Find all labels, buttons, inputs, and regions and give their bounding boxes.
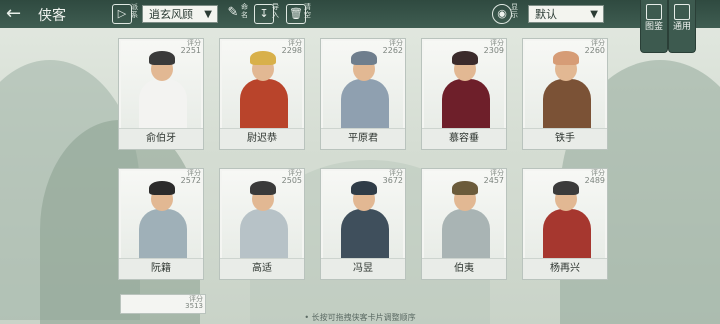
chevron-down-icon: ▼ xyxy=(204,9,212,20)
partial-card[interactable]: 评分 3513 xyxy=(120,294,206,314)
hero-name: 阮籍 xyxy=(119,258,203,279)
card-score: 评分 2457 xyxy=(483,170,504,185)
hero-hair xyxy=(250,51,276,65)
card-score: 评分 2505 xyxy=(281,170,302,185)
top-bar: ← 侠客 ▷ 派系 逍玄风顾 ▼ ✎ 命名 ↧ 导入 🗑 清空 ◉ 显示 默认 … xyxy=(0,0,720,28)
visibility-label: 显示 xyxy=(511,3,518,19)
hero-figure xyxy=(541,51,593,131)
hero-name: 尉迟恭 xyxy=(220,128,304,149)
score-value: 2251 xyxy=(180,46,201,55)
hero-robe xyxy=(139,209,187,261)
card-score: 评分 2489 xyxy=(584,170,605,185)
hero-robe xyxy=(543,209,591,261)
page-title: 侠客 xyxy=(38,8,66,24)
hero-robe xyxy=(442,79,490,131)
hero-card[interactable]: 评分 3672 冯昱 xyxy=(320,168,406,280)
sort-select-value: 默认 xyxy=(535,8,557,21)
score-value: 2489 xyxy=(584,176,605,185)
hero-name: 冯昱 xyxy=(321,258,405,279)
hero-hair xyxy=(553,181,579,195)
score-value: 2260 xyxy=(584,46,605,55)
hero-robe xyxy=(341,79,389,131)
hero-card[interactable]: 评分 2260 铁手 xyxy=(522,38,608,150)
hero-figure xyxy=(541,181,593,261)
play-icon[interactable]: ▷ xyxy=(112,4,132,24)
hero-card[interactable]: 评分 2457 伯夷 xyxy=(421,168,507,280)
card-score: 评分 2251 xyxy=(180,40,201,55)
hero-figure xyxy=(440,181,492,261)
hero-hair xyxy=(553,51,579,65)
card-score: 评分 2260 xyxy=(584,40,605,55)
hero-hair xyxy=(452,51,478,65)
hero-robe xyxy=(139,79,187,131)
hero-name: 杨再兴 xyxy=(523,258,607,279)
score-value: 2505 xyxy=(281,176,302,185)
faction-select[interactable]: 逍玄风顾 ▼ xyxy=(142,5,218,23)
hero-name: 伯夷 xyxy=(422,258,506,279)
score-value: 2262 xyxy=(382,46,403,55)
card-score: 评分 3513 xyxy=(185,296,203,310)
hero-hair xyxy=(351,181,377,195)
hero-card[interactable]: 评分 2505 高适 xyxy=(219,168,305,280)
hero-figure xyxy=(137,51,189,131)
card-score: 评分 2309 xyxy=(483,40,504,55)
tab-general[interactable]: 通用 xyxy=(668,0,696,53)
hero-figure xyxy=(339,181,391,261)
score-value: 2572 xyxy=(180,176,201,185)
score-value: 2298 xyxy=(281,46,302,55)
hero-card[interactable]: 评分 2489 杨再兴 xyxy=(522,168,608,280)
trash-icon[interactable]: 🗑 xyxy=(286,4,306,24)
hero-hair xyxy=(452,181,478,195)
tab-catalog-label: 图鉴 xyxy=(644,22,663,32)
eye-icon[interactable]: ◉ xyxy=(492,4,512,24)
hero-hair xyxy=(351,51,377,65)
drag-hint-text: • 长按可拖拽侠客卡片调整顺序 xyxy=(304,313,416,322)
hero-figure xyxy=(339,51,391,131)
hero-hair xyxy=(250,181,276,195)
sort-select[interactable]: 默认 ▼ xyxy=(528,5,604,23)
import-icon[interactable]: ↧ xyxy=(254,4,274,24)
card-score: 评分 2298 xyxy=(281,40,302,55)
hero-name: 平原君 xyxy=(321,128,405,149)
score-value: 2309 xyxy=(483,46,504,55)
card-score: 评分 3672 xyxy=(382,170,403,185)
book-icon xyxy=(646,4,662,20)
edit-label: 命名 xyxy=(241,3,248,19)
hero-figure xyxy=(137,181,189,261)
tab-general-label: 通用 xyxy=(672,22,691,32)
score-value: 2457 xyxy=(483,176,504,185)
hero-card[interactable]: 评分 2572 阮籍 xyxy=(118,168,204,280)
hero-figure xyxy=(440,51,492,131)
card-score: 评分 2572 xyxy=(180,170,201,185)
tab-catalog[interactable]: 图鉴 xyxy=(640,0,668,53)
score-value: 3513 xyxy=(185,302,203,310)
hero-name: 铁手 xyxy=(523,128,607,149)
hero-name: 高适 xyxy=(220,258,304,279)
hero-robe xyxy=(240,209,288,261)
back-arrow-icon[interactable]: ← xyxy=(6,4,32,24)
hero-robe xyxy=(341,209,389,261)
import-label: 导入 xyxy=(272,3,279,19)
brush-icon[interactable]: ✎ xyxy=(224,4,242,22)
hero-hair xyxy=(149,51,175,65)
hero-card[interactable]: 评分 2262 平原君 xyxy=(320,38,406,150)
hero-hair xyxy=(149,181,175,195)
hero-name: 慕容垂 xyxy=(422,128,506,149)
faction-select-value: 逍玄风顾 xyxy=(149,8,193,21)
hero-robe xyxy=(442,209,490,261)
clear-label: 清空 xyxy=(304,3,311,19)
hero-figure xyxy=(238,181,290,261)
score-value: 3672 xyxy=(382,176,403,185)
hero-name: 俞伯牙 xyxy=(119,128,203,149)
hero-card[interactable]: 评分 2298 尉迟恭 xyxy=(219,38,305,150)
hero-robe xyxy=(240,79,288,131)
hero-figure xyxy=(238,51,290,131)
scroll-icon xyxy=(674,4,690,20)
hero-card[interactable]: 评分 2251 俞伯牙 xyxy=(118,38,204,150)
hero-card[interactable]: 评分 2309 慕容垂 xyxy=(421,38,507,150)
hero-robe xyxy=(543,79,591,131)
card-score: 评分 2262 xyxy=(382,40,403,55)
chevron-down-icon: ▼ xyxy=(590,9,598,20)
faction-icon-label: 派系 xyxy=(131,3,138,19)
